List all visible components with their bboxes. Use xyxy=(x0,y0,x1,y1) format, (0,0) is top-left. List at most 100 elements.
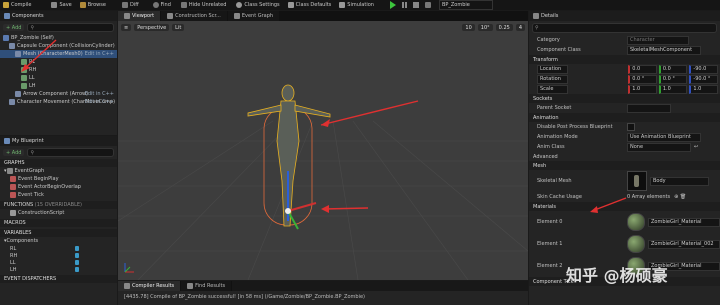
transform-value-input[interactable]: 1.0 xyxy=(658,84,688,94)
component-item[interactable]: Arrow Component (Arrow) Edit in C++ xyxy=(0,90,117,98)
toolbar-browse[interactable]: Browse xyxy=(79,2,106,8)
component-item[interactable]: Character Movement (CharMoveComp) Edit in… xyxy=(0,98,117,106)
mesh-icon xyxy=(634,175,639,187)
delete-icon[interactable]: 🗑 xyxy=(680,194,686,200)
toolbar-find[interactable]: Find xyxy=(152,2,171,8)
macros-section[interactable]: MACROS xyxy=(0,219,117,227)
filter-icon xyxy=(180,2,187,8)
function-item[interactable]: ConstructionScript xyxy=(0,209,117,217)
graph-icon xyxy=(6,168,13,174)
component-item[interactable]: LH xyxy=(0,82,117,90)
debug-object-select[interactable]: BP_Zombie xyxy=(438,0,493,10)
tab-compiler-results[interactable]: Compiler Results xyxy=(118,281,182,291)
edit-in-cpp-link[interactable]: Edit in C++ xyxy=(85,91,114,97)
details-search-input[interactable]: ⚲ xyxy=(532,23,717,33)
material-select[interactable]: ZombieGirl_Material_002 xyxy=(648,239,720,249)
transform-value-input[interactable]: -90.0 xyxy=(689,64,718,74)
transform-value-input[interactable]: 0.0 ° xyxy=(658,74,688,84)
add-member-button[interactable]: + Add xyxy=(3,149,25,156)
category-select[interactable]: Character xyxy=(627,35,689,45)
rotation-snap-button[interactable]: 10° xyxy=(477,24,493,31)
camera-speed-button[interactable]: 4 xyxy=(515,24,525,31)
toolbar-class-settings[interactable]: Class Settings xyxy=(236,2,280,8)
animation-section[interactable]: Animation xyxy=(529,113,720,122)
mesh-section[interactable]: Mesh xyxy=(529,161,720,170)
transform-value-input[interactable]: 0.0 ° xyxy=(628,74,657,84)
variable-item[interactable]: LL xyxy=(0,259,117,266)
annotation-arrowhead xyxy=(321,119,330,127)
perspective-button[interactable]: Perspective xyxy=(134,24,170,31)
transform-value-input[interactable]: 0.0 xyxy=(658,64,688,74)
graphs-section[interactable]: GRAPHS xyxy=(0,159,117,167)
skeletal-mesh-select[interactable]: Body xyxy=(650,176,709,186)
variables-components-category[interactable]: ▾ Components xyxy=(0,237,117,245)
viewport[interactable]: ≡ Perspective Lit 10 10° 0.25 4 xyxy=(118,21,528,280)
scale-snap-button[interactable]: 0.25 xyxy=(495,24,513,31)
variable-item[interactable]: LH xyxy=(0,266,117,273)
transform-section[interactable]: Transform xyxy=(529,55,720,64)
event-icon xyxy=(10,192,16,198)
component-item[interactable]: LL xyxy=(0,74,117,82)
tab-event-graph[interactable]: Event Graph xyxy=(227,11,281,21)
my-blueprint-panel: My Blueprint + Add ⚲ GRAPHS ▾ EventGraph… xyxy=(0,136,117,305)
transform-mode-select[interactable]: Rotation xyxy=(537,74,569,84)
anim-class-select[interactable]: None xyxy=(627,142,691,152)
toolbar-save[interactable]: Save xyxy=(51,2,72,8)
toolbar-simulation[interactable]: Simulation xyxy=(339,2,374,8)
add-component-button[interactable]: + Add xyxy=(3,24,25,31)
variable-item[interactable]: RL xyxy=(0,245,117,252)
components-search-input[interactable]: ⚲ xyxy=(27,23,114,32)
component-icon xyxy=(21,75,27,81)
details-panel: Details ⚲ Category Character Component Cl… xyxy=(529,11,720,305)
sockets-section[interactable]: Sockets xyxy=(529,94,720,103)
toolbar-hide-unrelated[interactable]: Hide Unrelated xyxy=(180,2,226,8)
toolbar-diff[interactable]: Diff xyxy=(121,2,139,8)
transform-value-input[interactable]: 0.0 xyxy=(628,64,657,74)
lit-button[interactable]: Lit xyxy=(172,24,185,31)
play-button[interactable] xyxy=(389,1,396,9)
advanced-expander[interactable]: Advanced xyxy=(529,152,720,161)
variables-section[interactable]: VARIABLES xyxy=(0,229,117,237)
tab-construction-script[interactable]: Construction Scr... xyxy=(161,11,228,21)
animation-mode-select[interactable]: Use Animation Blueprint xyxy=(627,132,701,142)
eject-button[interactable] xyxy=(424,2,431,8)
transform-value-input[interactable]: 1.0 xyxy=(628,84,657,94)
material-sphere-icon[interactable] xyxy=(627,213,645,231)
transform-value-input[interactable]: 1.0 xyxy=(689,84,718,94)
event-item[interactable]: Event Tick xyxy=(0,191,117,199)
function-icon xyxy=(10,210,16,216)
transform-mode-select[interactable]: Scale xyxy=(537,84,569,94)
grid-snap-button[interactable]: 10 xyxy=(462,24,475,31)
functions-section[interactable]: FUNCTIONS (15 OVERRIDABLE) xyxy=(0,201,117,209)
material-select[interactable]: ZombieGirl_Material xyxy=(648,217,720,227)
transform-mode-select[interactable]: Location xyxy=(537,64,569,74)
toolbar-item-label: Simulation xyxy=(347,2,374,8)
viewport-icon xyxy=(124,13,130,19)
event-item[interactable]: Event ActorBeginOverlap xyxy=(0,183,117,191)
tab-find-results[interactable]: Find Results xyxy=(181,281,233,291)
component-class-select[interactable]: SkeletalMeshComponent xyxy=(627,45,701,55)
toolbar-item-label: Class Settings xyxy=(244,2,280,8)
browse-icon[interactable]: ↩ xyxy=(694,144,698,150)
material-label: Element 1 xyxy=(537,241,563,247)
variable-item[interactable]: RH xyxy=(0,252,117,259)
tab-viewport[interactable]: Viewport xyxy=(118,11,162,21)
transform-value-input[interactable]: -90.0 ° xyxy=(689,74,718,84)
pause-button[interactable] xyxy=(401,2,407,8)
viewport-options-button[interactable]: ≡ xyxy=(121,24,132,31)
material-sphere-icon[interactable] xyxy=(627,235,645,253)
event-graph-item[interactable]: ▾ EventGraph xyxy=(0,167,117,175)
event-dispatchers-section[interactable]: EVENT DISPATCHERS xyxy=(0,275,117,283)
disable-post-process-checkbox[interactable] xyxy=(627,123,635,131)
event-item[interactable]: Event BeginPlay xyxy=(0,175,117,183)
skeletal-mesh-thumbnail[interactable] xyxy=(627,171,647,191)
edit-in-cpp-link[interactable]: Edit in C++ xyxy=(85,51,114,57)
add-element-icon[interactable]: ⊕ xyxy=(674,194,678,200)
edit-in-cpp-link[interactable]: Edit in C++ xyxy=(85,99,114,105)
blueprint-search-input[interactable]: ⚲ xyxy=(27,148,114,157)
parent-socket-field[interactable] xyxy=(627,103,671,113)
toolbar-class-defaults[interactable]: Class Defaults xyxy=(287,2,331,8)
toolbar-compile[interactable]: Compile xyxy=(3,2,31,8)
stop-button[interactable] xyxy=(412,2,419,8)
variable-type-icon xyxy=(75,246,79,251)
